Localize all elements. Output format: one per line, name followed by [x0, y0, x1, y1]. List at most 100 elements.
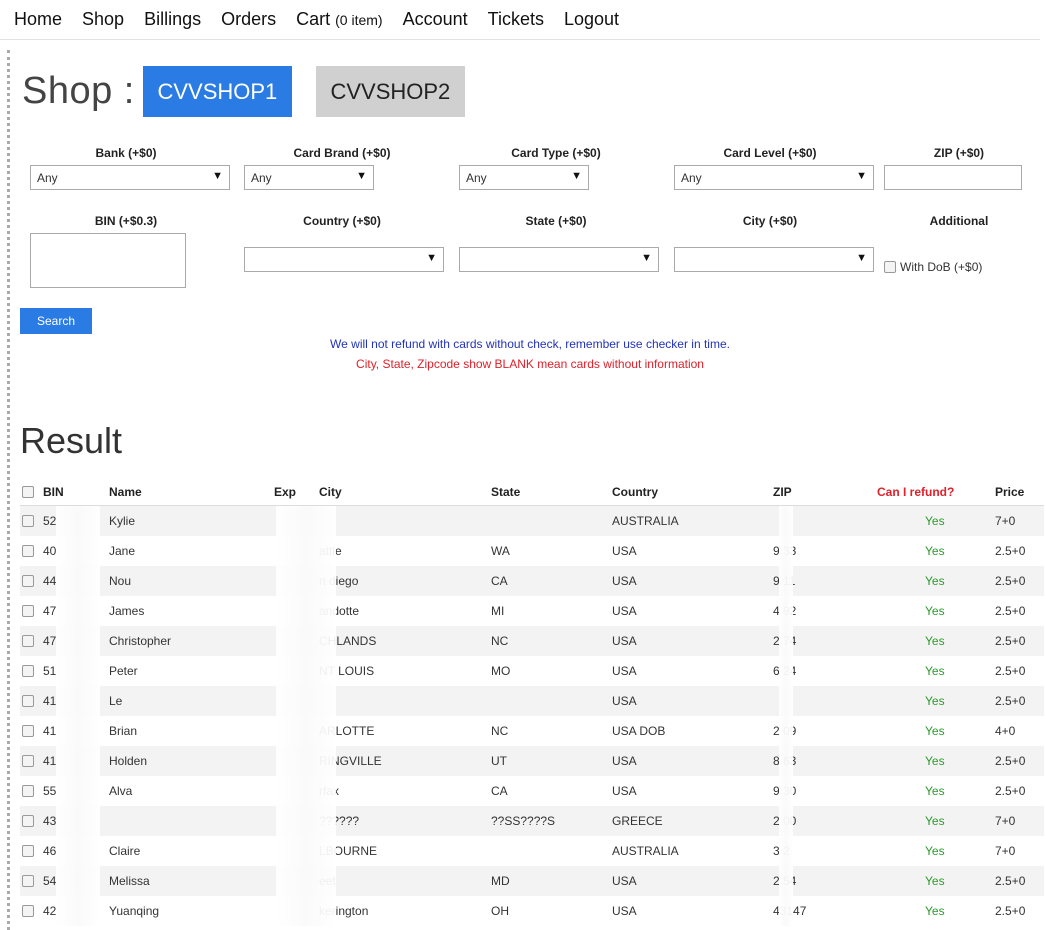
table-row: 55AlvarfaxCAUSA9 30Yes2.5+0 [20, 776, 1044, 806]
cell-price: 2.5+0 [995, 544, 1026, 558]
table-row: 41HoldenRINGVILLEUTUSA8 63Yes2.5+0 [20, 746, 1044, 776]
row-checkbox-cell [22, 506, 34, 536]
dropdown-arrow-icon: ▼ [856, 252, 867, 264]
cell-price: 2.5+0 [995, 664, 1026, 678]
result-heading: Result [20, 420, 123, 461]
zip-input[interactable] [884, 165, 1022, 190]
header-price[interactable]: Price [995, 478, 1024, 506]
header-name[interactable]: Name [109, 478, 142, 506]
shop-tab-cvvshop1[interactable]: CVVSHOP1 [142, 66, 292, 117]
row-checkbox-cell [22, 596, 34, 626]
with-dob-option: With DoB (+$0) [884, 260, 982, 274]
nav-logout[interactable]: Logout [564, 9, 619, 30]
row-checkbox[interactable] [22, 875, 34, 887]
cell-price: 4+0 [995, 724, 1016, 738]
select-all-checkbox[interactable] [22, 486, 34, 498]
row-checkbox[interactable] [22, 815, 34, 827]
row-checkbox[interactable] [22, 755, 34, 767]
row-checkbox-cell [22, 806, 34, 836]
row-checkbox[interactable] [22, 905, 34, 917]
card-brand-select[interactable]: Any ▼ [244, 165, 374, 190]
row-checkbox-cell [22, 626, 34, 656]
cell-country: USA [612, 544, 637, 558]
header-exp[interactable]: Exp [274, 478, 296, 506]
cell-bin: 43 [43, 814, 57, 828]
header-refund[interactable]: Can I refund? [877, 478, 954, 506]
cell-bin: 41 [43, 754, 57, 768]
shop-title: Shop : [22, 70, 135, 112]
cell-name: Nou [109, 574, 132, 588]
header-country[interactable]: Country [612, 478, 658, 506]
nav-account[interactable]: Account [403, 9, 468, 30]
cell-bin: 52 [43, 514, 57, 528]
nav-billings[interactable]: Billings [144, 9, 201, 30]
row-checkbox-cell [22, 896, 34, 926]
cell-bin: 47 [43, 604, 57, 618]
row-checkbox[interactable] [22, 665, 34, 677]
cell-country: USA [612, 694, 637, 708]
results-table: BIN Name Exp City State Country ZIP Can … [20, 478, 1044, 926]
row-checkbox[interactable] [22, 725, 34, 737]
cell-bin: 42 [43, 904, 57, 918]
cell-country: USA [612, 574, 637, 588]
cell-name: Christopher [109, 634, 172, 648]
cell-refund: Yes [925, 634, 945, 648]
cell-refund: Yes [925, 814, 945, 828]
row-checkbox[interactable] [22, 845, 34, 857]
shop-tab-cvvshop2[interactable]: CVVSHOP2 [315, 66, 465, 117]
card-type-select[interactable]: Any ▼ [459, 165, 589, 190]
nav-shop[interactable]: Shop [82, 9, 124, 30]
header-state[interactable]: State [491, 478, 520, 506]
row-checkbox[interactable] [22, 695, 34, 707]
cell-bin: 44 [43, 574, 57, 588]
city-select[interactable]: ▼ [674, 247, 874, 272]
state-select[interactable]: ▼ [459, 247, 659, 272]
row-checkbox[interactable] [22, 515, 34, 527]
cell-name: Alva [109, 784, 133, 798]
row-checkbox[interactable] [22, 575, 34, 587]
cell-refund: Yes [925, 544, 945, 558]
redaction-zip [779, 506, 793, 926]
bank-select[interactable]: Any ▼ [30, 165, 230, 190]
row-checkbox-cell [22, 836, 34, 866]
cell-price: 2.5+0 [995, 754, 1026, 768]
header-zip[interactable]: ZIP [773, 478, 792, 506]
cell-state: CA [491, 784, 508, 798]
header-city[interactable]: City [319, 478, 342, 506]
nav-orders[interactable]: Orders [221, 9, 276, 30]
card-level-select-value: Any [681, 170, 702, 185]
cell-name: Melissa [109, 874, 150, 888]
bin-textarea[interactable] [30, 233, 186, 288]
dropdown-arrow-icon: ▼ [571, 170, 582, 182]
select-all-cell [22, 478, 34, 506]
row-checkbox[interactable] [22, 785, 34, 797]
cell-refund: Yes [925, 664, 945, 678]
card-level-select[interactable]: Any ▼ [674, 165, 874, 190]
nav-tickets[interactable]: Tickets [488, 9, 544, 30]
nav-cart[interactable]: Cart (0 item) [296, 9, 382, 30]
cell-state: MD [491, 874, 510, 888]
cell-state: WA [491, 544, 510, 558]
search-button[interactable]: Search [20, 308, 92, 334]
country-label: Country (+$0) [303, 214, 381, 228]
nav-home[interactable]: Home [14, 9, 62, 30]
row-checkbox[interactable] [22, 635, 34, 647]
table-row: 46ClaireLBOURNEAUSTRALIA3 2Yes7+0 [20, 836, 1044, 866]
cell-bin: 46 [43, 844, 57, 858]
header-bin[interactable]: BIN [43, 478, 64, 506]
with-dob-checkbox[interactable] [884, 261, 896, 273]
cell-country: USA [612, 604, 637, 618]
cell-country: AUSTRALIA [612, 844, 679, 858]
bank-select-value: Any [37, 170, 58, 185]
cell-country: GREECE [612, 814, 663, 828]
country-select[interactable]: ▼ [244, 247, 444, 272]
card-type-label: Card Type (+$0) [511, 146, 601, 160]
bank-label: Bank (+$0) [95, 146, 157, 160]
cell-state: NC [491, 724, 509, 738]
redaction-exp-city [276, 506, 336, 926]
row-checkbox[interactable] [22, 545, 34, 557]
cell-refund: Yes [925, 574, 945, 588]
with-dob-price: (+$0) [954, 260, 983, 274]
row-checkbox[interactable] [22, 605, 34, 617]
redaction-bin [56, 506, 100, 926]
